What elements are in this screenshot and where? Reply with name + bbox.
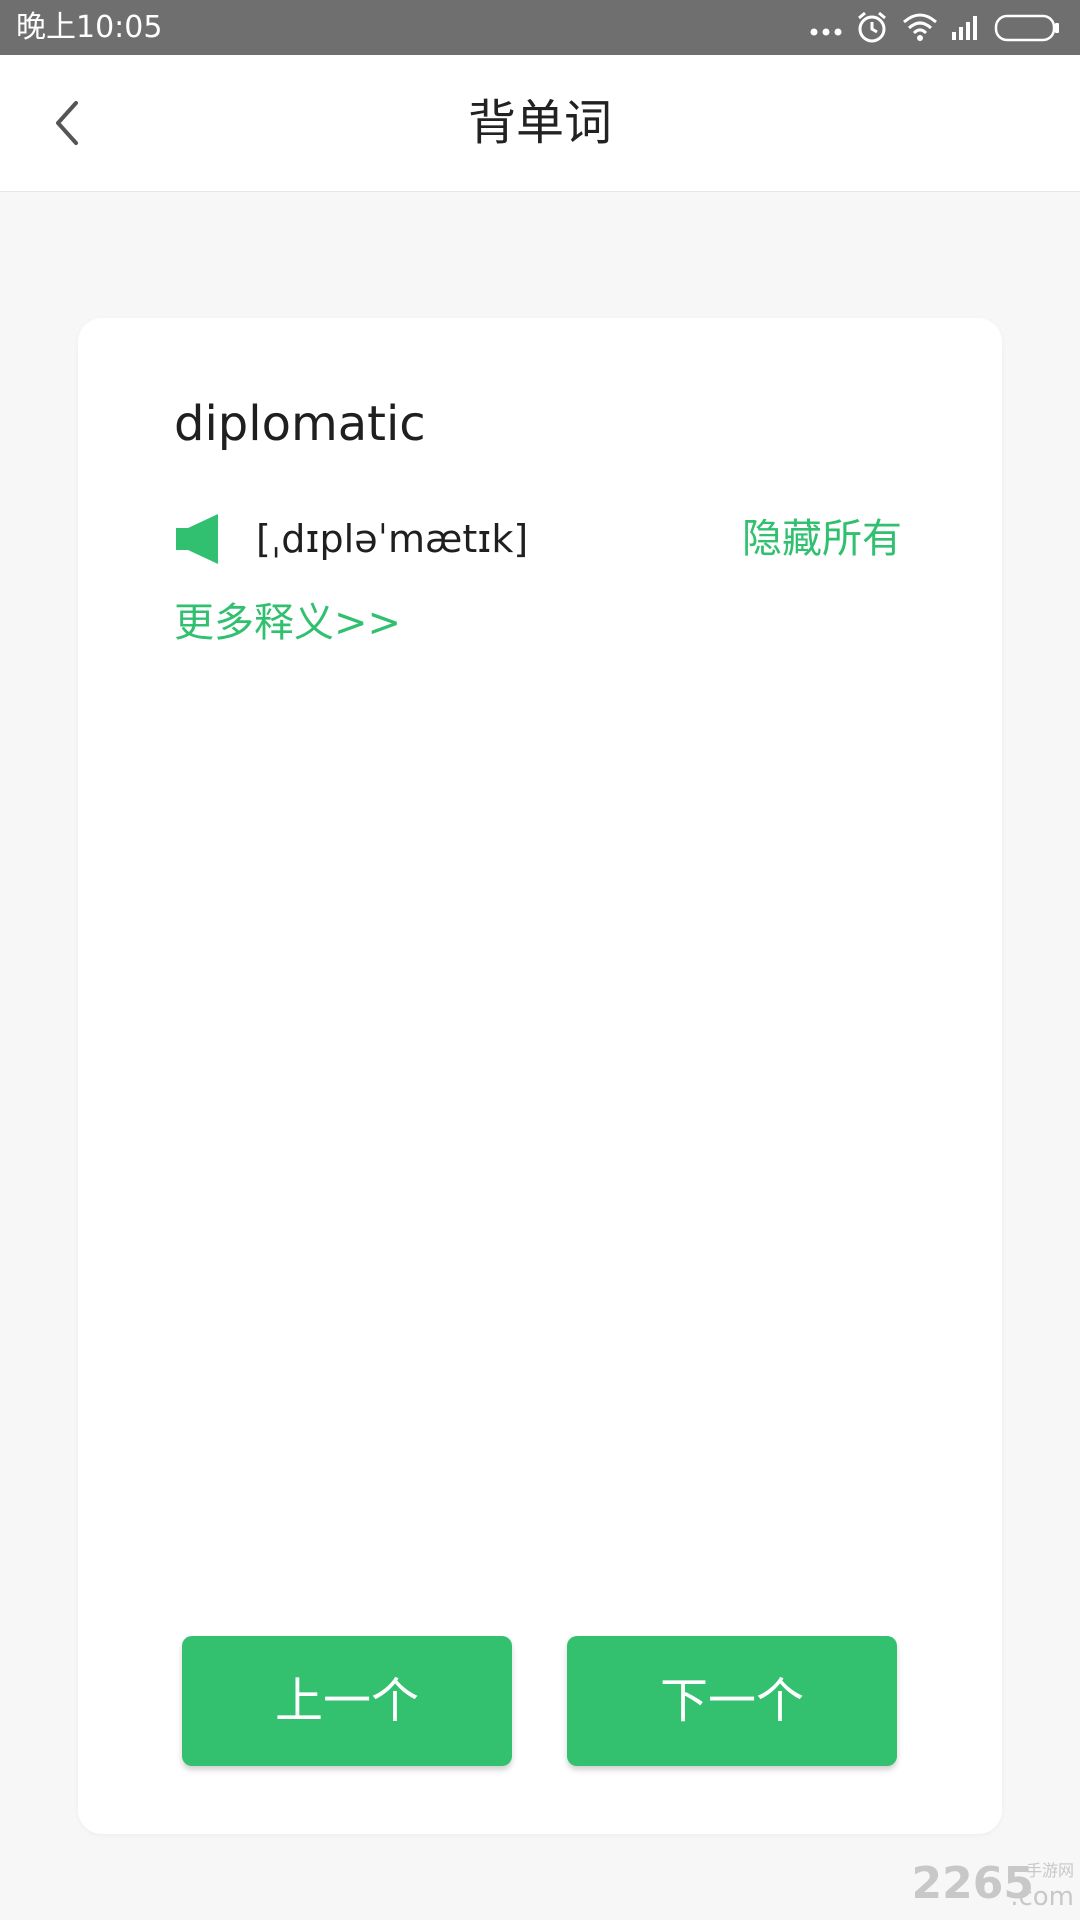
phonetic-text: [ˌdɪpləˈmætɪk] — [256, 517, 529, 561]
signal-icon — [952, 16, 977, 40]
more-meanings-link[interactable]: 更多释义>> — [174, 598, 401, 648]
word-card: diplomatic [ˌdɪpləˈmætɪk] 隐藏所有 更多释义>> 上一… — [78, 318, 1002, 1834]
alarm-icon — [858, 11, 886, 43]
previous-word-button[interactable]: 上一个 — [182, 1636, 512, 1766]
watermark-logo: 2265 手游网 .com — [912, 1854, 1074, 1914]
status-bar: 晚上10:05 — [0, 0, 1080, 55]
wifi-icon — [903, 13, 937, 41]
battery-icon — [994, 14, 1059, 42]
word-text: diplomatic — [174, 396, 426, 452]
next-word-button[interactable]: 下一个 — [567, 1636, 897, 1766]
status-time: 晚上10:05 — [16, 10, 163, 45]
pronounce-button[interactable] — [174, 512, 222, 566]
hide-all-button[interactable]: 隐藏所有 — [742, 514, 902, 564]
app-header: 背单词 — [0, 55, 1080, 192]
speaker-icon — [176, 514, 218, 564]
more-dots-icon — [810, 28, 842, 36]
watermark-domain: .com — [1010, 1882, 1074, 1912]
page-title: 背单词 — [467, 95, 612, 151]
watermark-sub: 手游网 — [1025, 1861, 1074, 1880]
status-icons — [810, 8, 1070, 48]
